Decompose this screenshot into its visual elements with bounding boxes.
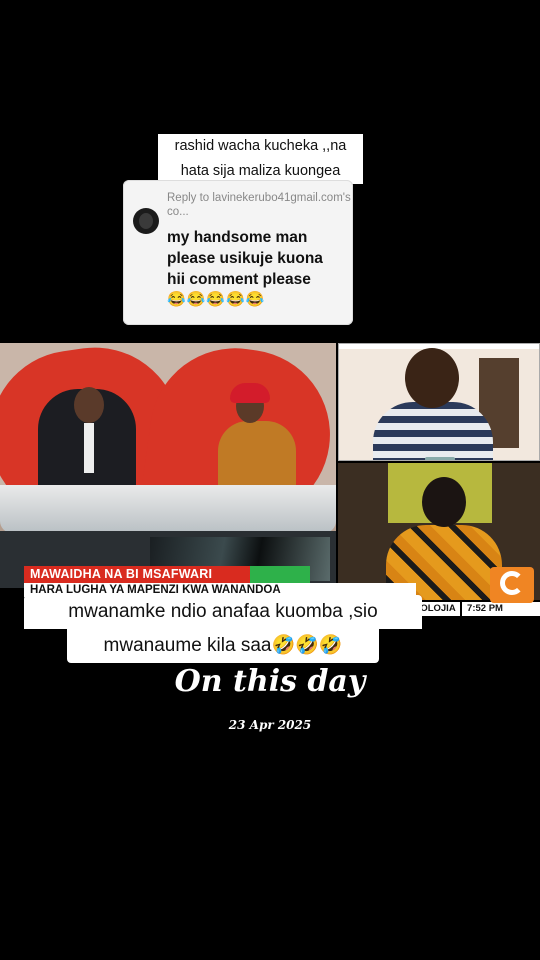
news-desk bbox=[0, 485, 336, 533]
male-anchor-shirt bbox=[84, 423, 94, 473]
female-anchor-headwrap bbox=[230, 383, 270, 403]
bottom-caption-line2: mwanaume kila saa🤣🤣🤣 bbox=[67, 629, 379, 663]
laughing-emojis: 😂😂😂😂😂 bbox=[167, 291, 266, 308]
ticker-segment: OLOJIA bbox=[416, 602, 460, 616]
ticker-end bbox=[508, 602, 540, 616]
top-caption: rashid wacha kucheka ,,na hata sija mali… bbox=[158, 134, 363, 184]
comment-line3: hii comment please bbox=[167, 271, 311, 288]
channel-logo-icon bbox=[490, 567, 534, 603]
video-call-top bbox=[338, 343, 540, 461]
male-anchor-head bbox=[74, 387, 104, 423]
news-studio-video bbox=[0, 343, 336, 588]
memory-date: 23 Apr 2025 bbox=[228, 718, 312, 732]
ticker-time: 7:52 PM bbox=[462, 602, 508, 616]
bottom-caption: mwanamke ndio anafaa kuomba ,sio mwanaum… bbox=[24, 595, 422, 663]
top-caption-line1: rashid wacha kucheka ,,na bbox=[174, 138, 347, 154]
caller-head bbox=[405, 348, 459, 408]
ticker-accent bbox=[250, 566, 310, 583]
call-indicator-dots bbox=[425, 457, 455, 460]
caller-striped-shirt bbox=[373, 402, 493, 460]
female-anchor bbox=[218, 421, 296, 493]
guest-head bbox=[422, 477, 466, 527]
comment-line1: my handsome man bbox=[167, 229, 308, 246]
reply-to-label: Reply to lavinekerubo41gmail.com's co... bbox=[167, 192, 351, 218]
on-this-day-title: On this day bbox=[174, 664, 366, 699]
avatar bbox=[133, 208, 159, 234]
reply-comment-card: Reply to lavinekerubo41gmail.com's co...… bbox=[123, 180, 353, 325]
comment-line2: please usikuje kuona bbox=[167, 250, 323, 267]
ticker-headline: MAWAIDHA NA BI MSAFWARI bbox=[24, 566, 250, 583]
reply-comment-text: my handsome man please usikuje kuona hii… bbox=[167, 227, 349, 290]
bottom-caption-line1: mwanamke ndio anafaa kuomba ,sio bbox=[24, 595, 422, 629]
